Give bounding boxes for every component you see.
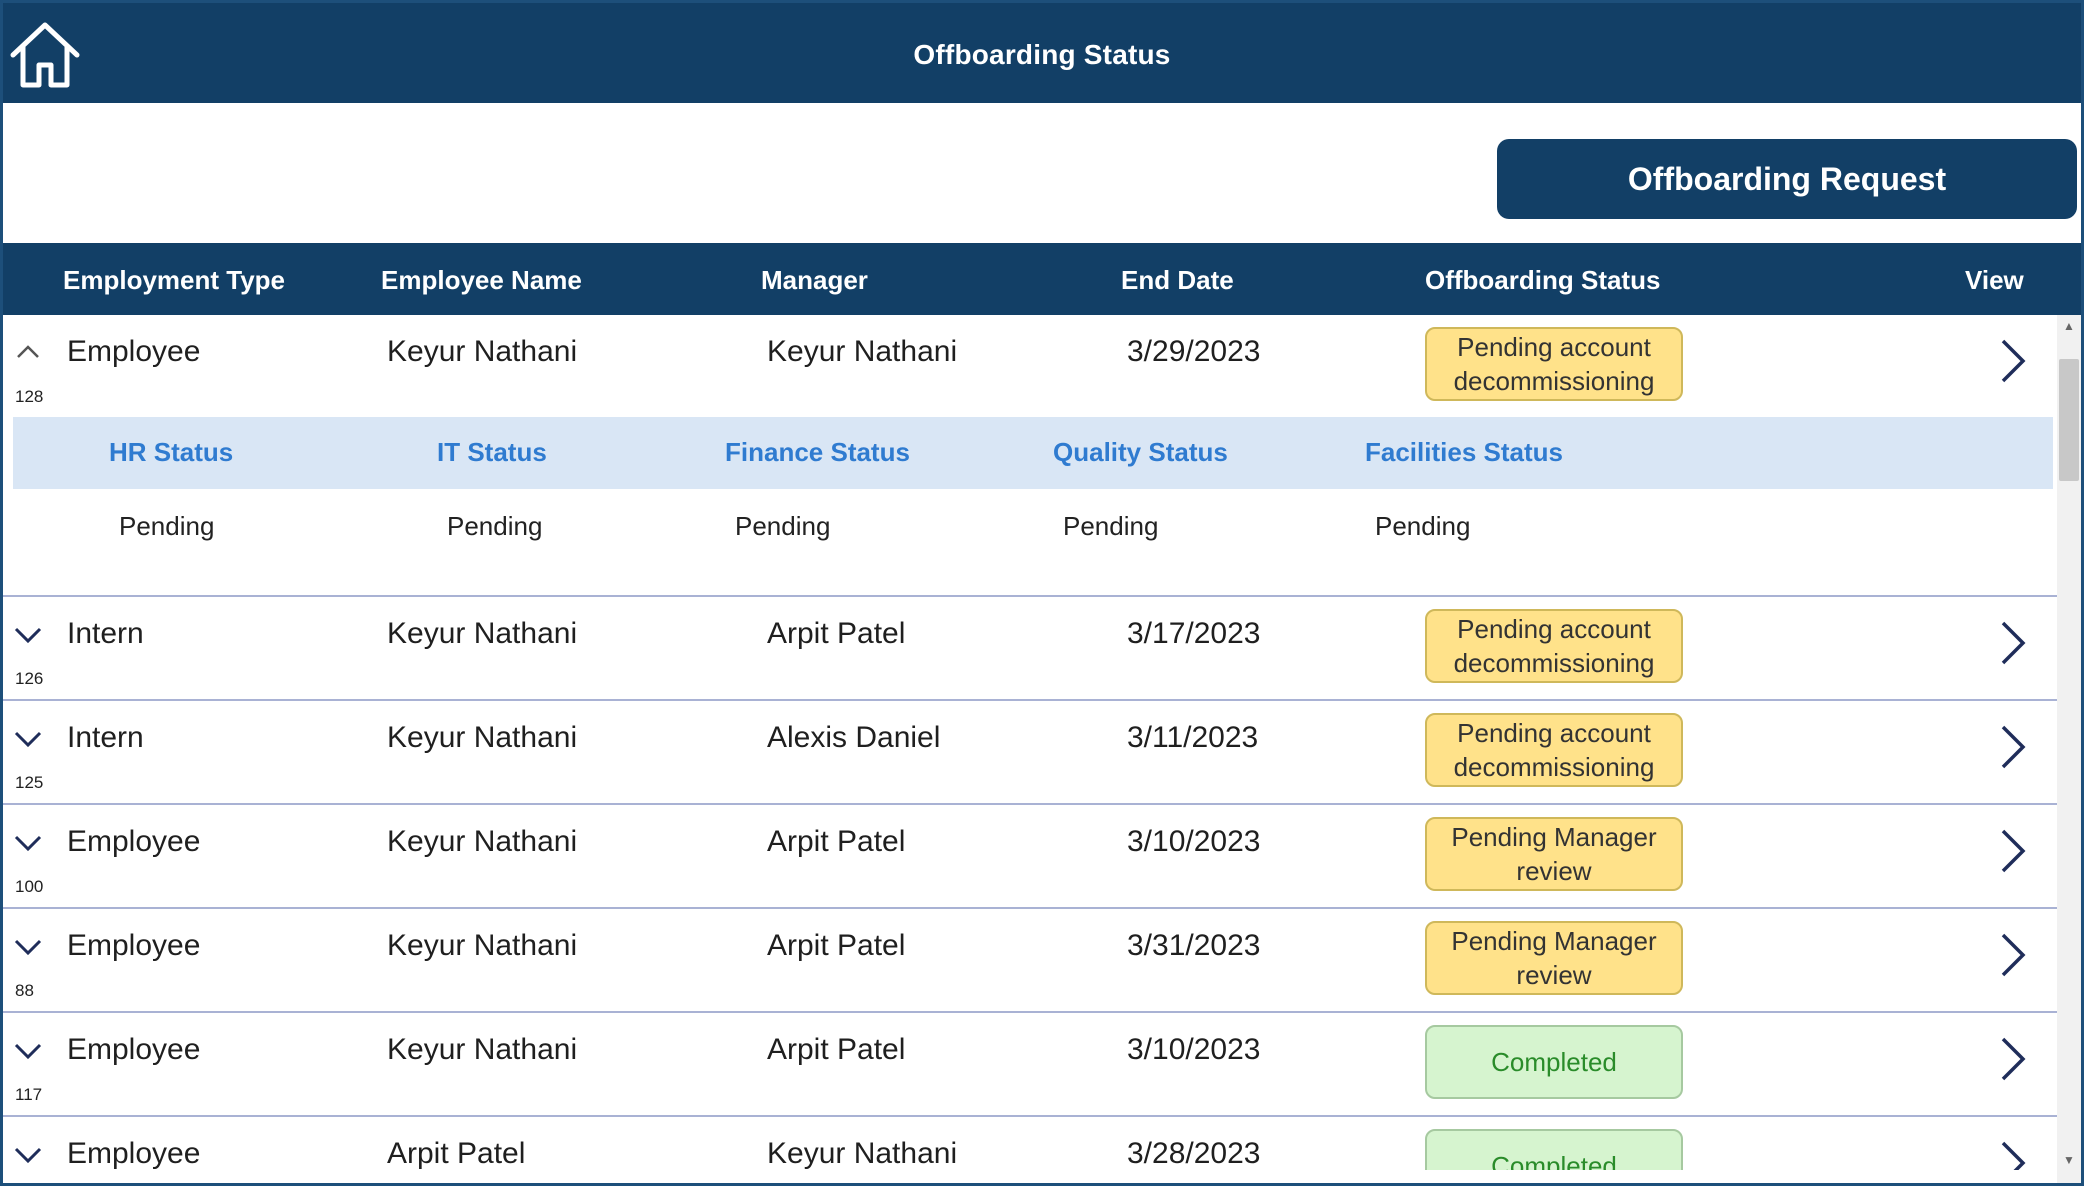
app-frame: Offboarding Status Offboarding Request E… — [0, 0, 2084, 1186]
column-header-employee-name[interactable]: Employee Name — [381, 265, 582, 296]
manager-cell: Alexis Daniel — [767, 721, 941, 754]
record-id: 88 — [15, 981, 34, 1000]
employment-type-cell: Employee — [67, 1033, 201, 1066]
status-badge: Completed — [1425, 1129, 1683, 1170]
employee-name-cell: Keyur Nathani — [387, 721, 578, 754]
table-header: Employment Type Employee Name Manager En… — [3, 243, 2081, 315]
chevron-right-icon[interactable] — [1993, 1135, 2033, 1170]
department-status-label: HR Status — [109, 437, 234, 467]
end-date-cell: 3/17/2023 — [1127, 617, 1261, 650]
employment-type-cell: Intern — [67, 617, 144, 650]
offboarding-gallery: Employee Keyur Nathani Keyur Nathani 3/29/2… — [3, 315, 2057, 1170]
end-date-cell: 3/10/2023 — [1127, 1033, 1261, 1066]
end-date-cell: 3/31/2023 — [1127, 929, 1261, 962]
status-badge: Completed — [1425, 1025, 1683, 1099]
chevron-down-icon[interactable] — [13, 623, 43, 645]
record-id: 126 — [15, 669, 44, 688]
employee-name-cell: Keyur Nathani — [387, 1033, 578, 1066]
manager-cell: Arpit Patel — [767, 825, 906, 858]
column-header-view: View — [1965, 265, 2024, 295]
status-badge: Pending Manager review — [1425, 817, 1683, 891]
department-status-label: Facilities Status — [1365, 437, 1563, 467]
table-row[interactable]: Employee Keyur Nathani Arpit Patel 3/10/202… — [3, 1013, 2057, 1117]
chevron-down-icon[interactable] — [13, 727, 43, 749]
employment-type-cell: Employee — [67, 1137, 201, 1170]
chevron-down-icon[interactable] — [13, 1143, 43, 1165]
table-row[interactable]: Employee Arpit Patel Keyur Nathani 3/28/202… — [3, 1117, 2057, 1170]
chevron-right-icon[interactable] — [1993, 719, 2033, 775]
chevron-right-icon[interactable] — [1993, 615, 2033, 671]
record-id: 128 — [15, 387, 44, 406]
status-badge: Pending account decommissioning — [1425, 327, 1683, 401]
department-status-value: Pending — [735, 511, 831, 541]
department-status-value: Pending — [1063, 511, 1159, 541]
manager-cell: Keyur Nathani — [767, 1137, 958, 1170]
status-badge: Pending account decommissioning — [1425, 713, 1683, 787]
scrollbar-thumb[interactable] — [2059, 359, 2079, 481]
manager-cell: Arpit Patel — [767, 1033, 906, 1066]
scroll-up-icon[interactable]: ▲ — [2061, 319, 2077, 333]
record-id: 100 — [15, 877, 44, 896]
scroll-down-icon[interactable]: ▼ — [2061, 1153, 2077, 1167]
table-row[interactable]: Intern Keyur Nathani Alexis Daniel 3/11/202… — [3, 701, 2057, 805]
column-header-manager[interactable]: Manager — [761, 265, 868, 296]
column-header-offboarding-status[interactable]: Offboarding Status — [1425, 265, 1660, 296]
employment-type-cell: Employee — [67, 825, 201, 858]
offboarding-request-button[interactable]: Offboarding Request — [1497, 139, 2077, 219]
employee-name-cell: Keyur Nathani — [387, 335, 578, 368]
chevron-down-icon[interactable] — [13, 831, 43, 853]
manager-cell: Keyur Nathani — [767, 335, 958, 368]
page-title: Offboarding Status — [913, 39, 1171, 70]
end-date-cell: 3/11/2023 — [1127, 721, 1259, 754]
table-row[interactable]: Employee Keyur Nathani Arpit Patel 3/31/202… — [3, 909, 2057, 1013]
table-row[interactable]: Employee Keyur Nathani Keyur Nathani 3/29/2… — [3, 315, 2057, 597]
manager-cell: Arpit Patel — [767, 929, 906, 962]
department-status-value: Pending — [447, 511, 543, 541]
chevron-down-icon[interactable] — [13, 1039, 43, 1061]
record-id: 125 — [15, 773, 44, 792]
record-id: 117 — [15, 1085, 43, 1104]
manager-cell: Arpit Patel — [767, 617, 906, 650]
column-header-end-date[interactable]: End Date — [1121, 265, 1234, 296]
employment-type-cell: Employee — [67, 335, 201, 368]
chevron-down-icon[interactable] — [13, 935, 43, 957]
department-status-value: Pending — [1375, 511, 1471, 541]
table-row[interactable]: Intern Keyur Nathani Arpit Patel 3/17/2023 1… — [3, 597, 2057, 701]
status-badge: Pending Manager review — [1425, 921, 1683, 995]
department-status-label: IT Status — [437, 437, 547, 467]
department-status-header: HR Status IT Status Finance Status Quality … — [13, 417, 2053, 489]
chevron-right-icon[interactable] — [1993, 333, 2033, 389]
table-row[interactable]: Employee Keyur Nathani Arpit Patel 3/10/202… — [3, 805, 2057, 909]
chevron-right-icon[interactable] — [1993, 1031, 2033, 1087]
chevron-right-icon[interactable] — [1993, 823, 2033, 879]
chevron-up-icon[interactable] — [13, 341, 43, 363]
employee-name-cell: Keyur Nathani — [387, 617, 578, 650]
chevron-right-icon[interactable] — [1993, 927, 2033, 983]
top-bar: Offboarding Status — [3, 3, 2081, 103]
status-badge: Pending account decommissioning — [1425, 609, 1683, 683]
department-status-value: Pending — [119, 511, 215, 541]
end-date-cell: 3/29/2023 — [1127, 335, 1261, 368]
employment-type-cell: Employee — [67, 929, 201, 962]
column-header-employment-type[interactable]: Employment Type — [63, 265, 285, 296]
employment-type-cell: Intern — [67, 721, 144, 754]
department-status-label: Quality Status — [1053, 437, 1228, 467]
department-status-values: Pending Pending Pending Pending Pending — [13, 489, 2053, 593]
end-date-cell: 3/28/2023 — [1127, 1137, 1261, 1170]
employee-name-cell: Arpit Patel — [387, 1137, 526, 1170]
department-status-label: Finance Status — [725, 437, 910, 467]
end-date-cell: 3/10/2023 — [1127, 825, 1261, 858]
employee-name-cell: Keyur Nathani — [387, 929, 578, 962]
employee-name-cell: Keyur Nathani — [387, 825, 578, 858]
